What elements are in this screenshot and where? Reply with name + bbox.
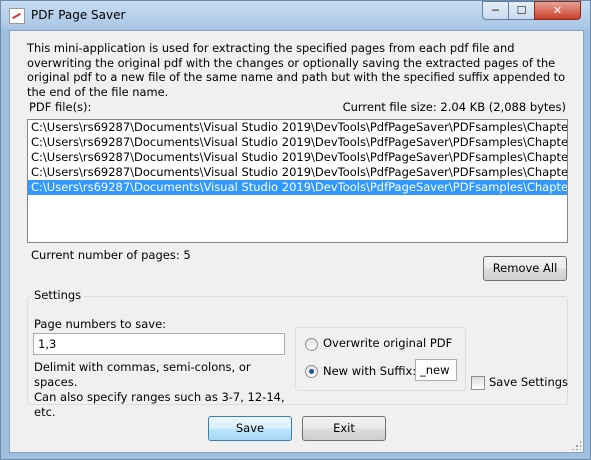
delimiter-hint: Delimit with commas, semi-colons, or spa… — [34, 360, 294, 420]
save-button[interactable]: Save — [208, 416, 292, 441]
page-numbers-label: Page numbers to save: — [34, 317, 167, 331]
resize-grip-icon[interactable] — [571, 440, 581, 450]
minimize-button[interactable]: ─ — [482, 1, 509, 20]
save-settings-checkbox[interactable] — [471, 376, 485, 390]
window-title: PDF Page Saver — [31, 8, 126, 22]
list-item[interactable]: C:\Users\rs69287\Documents\Visual Studio… — [28, 165, 567, 180]
pdf-files-label: PDF file(s): — [29, 100, 92, 114]
exit-button[interactable]: Exit — [302, 416, 386, 441]
list-item[interactable]: C:\Users\rs69287\Documents\Visual Studio… — [28, 120, 567, 135]
pdf-file-list[interactable]: C:\Users\rs69287\Documents\Visual Studio… — [27, 119, 568, 243]
pdf-app-icon — [9, 8, 25, 24]
list-item-selected[interactable]: C:\Users\rs69287\Documents\Visual Studio… — [28, 180, 567, 195]
remove-all-button[interactable]: Remove All — [483, 256, 567, 281]
suffix-input[interactable]: _new — [415, 359, 457, 381]
maximize-button[interactable]: ☐ — [508, 1, 535, 20]
client-area: This mini-application is used for extrac… — [9, 30, 584, 453]
page-count: Current number of pages: 5 — [31, 248, 191, 262]
hint-line: Delimit with commas, semi-colons, or spa… — [34, 360, 251, 389]
save-settings-label[interactable]: Save Settings — [489, 375, 568, 389]
suffix-label[interactable]: New with Suffix: — [323, 364, 416, 378]
overwrite-radio[interactable] — [305, 338, 318, 351]
page-numbers-input[interactable]: 1,3 — [33, 333, 285, 355]
title-bar[interactable]: PDF Page Saver ─ ☐ ✕ — [1, 1, 590, 29]
overwrite-label[interactable]: Overwrite original PDF — [323, 336, 452, 350]
list-item[interactable]: C:\Users\rs69287\Documents\Visual Studio… — [28, 150, 567, 165]
app-window: PDF Page Saver ─ ☐ ✕ This mini-applicati… — [0, 0, 591, 460]
close-button[interactable]: ✕ — [534, 1, 581, 20]
settings-title: Settings — [31, 288, 85, 302]
current-file-size: Current file size: 2.04 KB (2,088 bytes) — [342, 100, 566, 114]
suffix-radio[interactable] — [305, 365, 318, 378]
list-item[interactable]: C:\Users\rs69287\Documents\Visual Studio… — [28, 135, 567, 150]
description-text: This mini-application is used for extrac… — [27, 41, 566, 99]
